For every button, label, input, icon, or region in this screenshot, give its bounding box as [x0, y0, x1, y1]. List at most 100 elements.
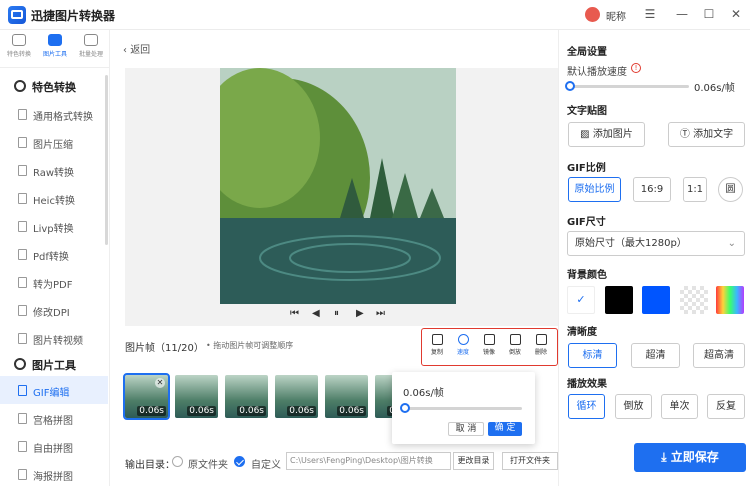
- change-dir-button[interactable]: 更改目录: [453, 452, 494, 470]
- cancel-button[interactable]: 取 消: [448, 422, 484, 436]
- copy-button[interactable]: 复制: [425, 334, 449, 356]
- bg-swatch-white[interactable]: ✓: [567, 286, 595, 314]
- add-image-button[interactable]: ▨ 添加图片: [568, 122, 645, 147]
- speed-button[interactable]: 速度: [451, 334, 475, 356]
- sidebar-item-general-convert[interactable]: 通用格式转换: [0, 100, 108, 128]
- ratio-original-button[interactable]: 原始比例: [568, 177, 621, 202]
- reverse-button[interactable]: 倒放: [503, 334, 527, 356]
- save-button[interactable]: ⤓ 立即保存: [634, 443, 746, 472]
- delete-button[interactable]: 删除: [529, 334, 553, 356]
- default-speed-knob[interactable]: [565, 81, 575, 91]
- effect-reverse-button[interactable]: 倒放: [615, 394, 652, 419]
- output-label: 输出目录：: [125, 460, 175, 471]
- close-icon[interactable]: ✕: [155, 378, 165, 388]
- ratio-circle-button[interactable]: 圆: [718, 177, 743, 202]
- add-text-button[interactable]: Ⓣ 添加文字: [668, 122, 745, 147]
- confirm-button[interactable]: 确 定: [488, 422, 522, 436]
- maximize-icon[interactable]: ☐: [702, 7, 716, 21]
- bg-swatch-blue[interactable]: [642, 286, 670, 314]
- effect-repeat-button[interactable]: 反复: [707, 394, 745, 419]
- sidebar-item-gif-edit[interactable]: GIF编辑: [0, 376, 108, 404]
- frames-hint: • 拖动图片帧可调整顺序: [206, 341, 294, 350]
- tab-batch[interactable]: 批量处理: [75, 34, 107, 58]
- clarity-uhd-button[interactable]: 超高清: [693, 343, 745, 368]
- forest-image: [220, 68, 456, 304]
- file-icon: [18, 305, 27, 316]
- file-icon: [18, 333, 27, 344]
- output-row: 输出目录： 原文件夹 自定义 C:\Users\FengPing\Desktop…: [110, 450, 558, 474]
- sidebar-item-to-video[interactable]: 图片转视频: [0, 324, 108, 352]
- sidebar-item-heic[interactable]: Heic转换: [0, 184, 108, 212]
- back-button[interactable]: ‹ 返回: [123, 41, 150, 56]
- bg-swatch-transparent[interactable]: [680, 286, 708, 314]
- tab-image-tools[interactable]: 图片工具: [39, 34, 71, 58]
- bg-swatch-black[interactable]: [605, 286, 633, 314]
- menu-icon[interactable]: ☰: [643, 7, 657, 21]
- grid-icon: [18, 413, 27, 424]
- effect-once-button[interactable]: 单次: [661, 394, 698, 419]
- default-speed-label: 默认播放速度: [567, 67, 627, 78]
- default-speed-track[interactable]: [569, 85, 689, 88]
- sidebar-scrollbar[interactable]: [105, 75, 108, 245]
- app-logo-icon: [8, 6, 26, 24]
- close-icon[interactable]: ✕: [729, 7, 743, 21]
- speed-slider-knob[interactable]: [400, 403, 410, 413]
- ratio-1-1-button[interactable]: 1:1: [683, 177, 707, 202]
- settings-panel: 全局设置 默认播放速度 ! 0.06s/帧 文字贴图 ▨ 添加图片 Ⓣ 添加文字…: [558, 30, 750, 486]
- global-settings-title: 全局设置: [567, 47, 607, 58]
- file-icon: [18, 221, 27, 232]
- sidebar-item-free-collage[interactable]: 自由拼图: [0, 432, 108, 460]
- first-frame-icon[interactable]: ⏮: [290, 308, 299, 319]
- sidebar-item-grid[interactable]: 宫格拼图: [0, 404, 108, 432]
- download-icon: ⤓: [661, 450, 671, 464]
- collage-icon: [18, 441, 27, 452]
- file-icon: [18, 165, 27, 176]
- sidebar-item-compress[interactable]: 图片压缩: [0, 128, 108, 156]
- pause-icon[interactable]: ⏸: [334, 308, 339, 319]
- frame-thumb[interactable]: 0.06s: [275, 375, 318, 418]
- avatar[interactable]: [585, 7, 600, 22]
- effect-title: 播放效果: [567, 379, 607, 390]
- frame-thumb[interactable]: 0.06s: [225, 375, 268, 418]
- section-feature-convert[interactable]: 特色转换: [0, 74, 110, 98]
- frame-thumb[interactable]: ✕ 0.06s: [123, 373, 170, 420]
- file-icon: [18, 249, 27, 260]
- nickname[interactable]: 昵称: [606, 8, 626, 23]
- sidebar-item-dpi[interactable]: 修改DPI: [0, 296, 108, 324]
- sticker-title: 文字贴图: [567, 106, 607, 117]
- clarity-sd-button[interactable]: 标清: [568, 343, 617, 368]
- clarity-hd-button[interactable]: 超清: [631, 343, 680, 368]
- effect-loop-button[interactable]: 循环: [568, 394, 605, 419]
- sidebar-item-raw[interactable]: Raw转换: [0, 156, 108, 184]
- section-image-tools[interactable]: 图片工具: [0, 352, 110, 376]
- file-icon: [18, 137, 27, 148]
- tab-feature-convert[interactable]: 特色转换: [3, 34, 35, 58]
- gif-icon: [18, 385, 27, 396]
- image-icon: ▨: [580, 129, 593, 140]
- bg-swatch-custom[interactable]: [716, 286, 744, 314]
- custom-folder-radio[interactable]: [234, 456, 245, 467]
- sidebar-item-to-pdf[interactable]: 转为PDF: [0, 268, 108, 296]
- convert-icon: [12, 34, 26, 46]
- speed-slider-track[interactable]: [402, 407, 522, 410]
- copy-icon: [431, 334, 443, 345]
- sidebar-item-livp[interactable]: Livp转换: [0, 212, 108, 240]
- mirror-button[interactable]: 镜像: [477, 334, 501, 356]
- prev-frame-icon[interactable]: ◀: [312, 308, 320, 319]
- sidebar-item-poster[interactable]: 海报拼图: [0, 460, 108, 488]
- ratio-16-9-button[interactable]: 16:9: [633, 177, 671, 202]
- original-folder-radio[interactable]: [172, 456, 183, 467]
- size-select[interactable]: 原始尺寸（最大1280p） ⌄: [567, 231, 745, 256]
- frame-thumb[interactable]: 0.06s: [325, 375, 368, 418]
- file-icon: [18, 193, 27, 204]
- info-icon[interactable]: !: [631, 63, 641, 73]
- next-frame-icon[interactable]: ▶: [356, 308, 364, 319]
- default-speed-value: 0.06s/帧: [694, 83, 735, 94]
- sidebar-item-pdf[interactable]: Pdf转换: [0, 240, 108, 268]
- output-path-input[interactable]: C:\Users\FengPing\Desktop\图片转换: [286, 452, 451, 470]
- open-folder-button[interactable]: 打开文件夹: [502, 452, 558, 470]
- frame-thumb[interactable]: 0.06s: [175, 375, 218, 418]
- minimize-icon[interactable]: —: [675, 7, 689, 21]
- last-frame-icon[interactable]: ⏭: [376, 308, 385, 319]
- mirror-icon: [483, 334, 495, 345]
